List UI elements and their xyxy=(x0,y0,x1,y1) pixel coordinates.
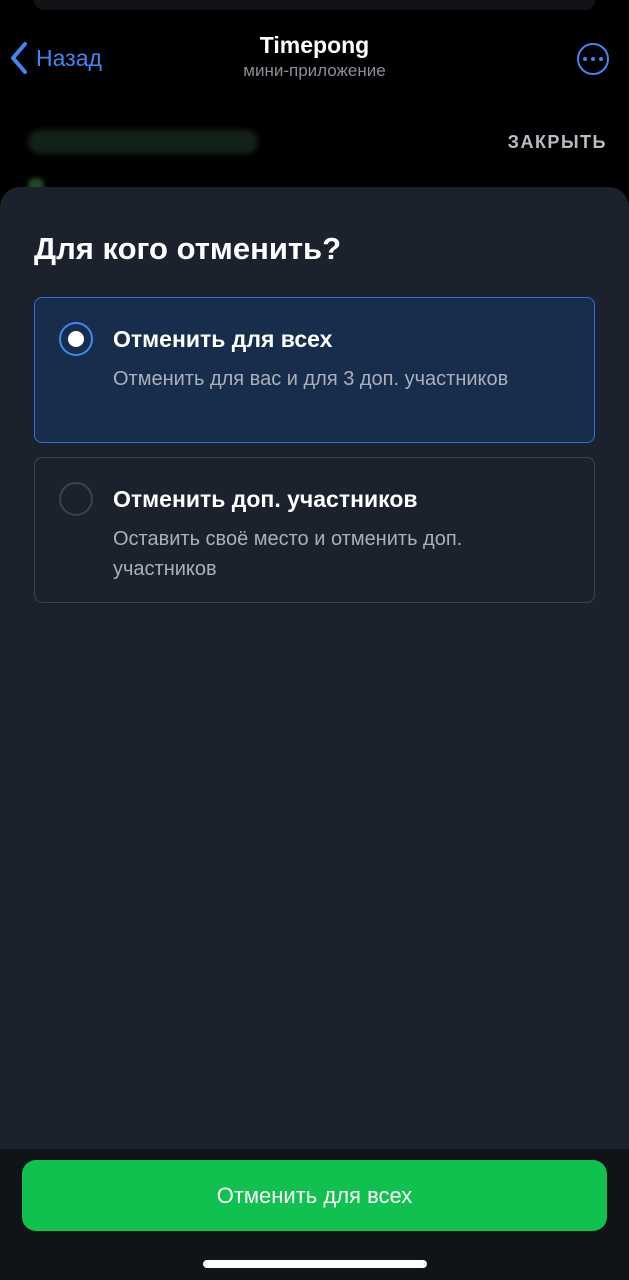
bottom-sheet: Для кого отменить? Отменить для всех Отм… xyxy=(0,187,629,1280)
close-button[interactable]: ЗАКРЫТЬ xyxy=(508,132,607,153)
option-title: Отменить для всех xyxy=(113,326,333,352)
option-title: Отменить доп. участников xyxy=(113,486,418,512)
navigation-bar: Назад Timepong мини-приложение xyxy=(0,0,629,110)
radio-unselected-icon[interactable] xyxy=(59,482,93,516)
more-options-button[interactable] xyxy=(577,43,609,75)
ellipsis-dot xyxy=(599,57,603,61)
confirm-cancel-button[interactable]: Отменить для всех xyxy=(22,1160,607,1231)
option-description: Оставить своё место и отменить доп. учас… xyxy=(113,528,463,580)
nav-title: Timepong xyxy=(259,32,370,58)
option-description: Отменить для вас и для 3 доп. участников xyxy=(113,368,509,390)
ellipsis-dot xyxy=(591,57,595,61)
blurred-background-item xyxy=(28,130,258,154)
nav-title-group: Timepong мини-приложение xyxy=(0,32,629,81)
confirm-cancel-label: Отменить для всех xyxy=(216,1182,413,1208)
radio-selected-icon[interactable] xyxy=(59,322,93,356)
background-content-row: ЗАКРЫТЬ xyxy=(0,118,629,192)
option-cancel-all[interactable]: Отменить для всех Отменить для вас и для… xyxy=(34,297,595,443)
option-cancel-extra-participants[interactable]: Отменить доп. участников Оставить своё м… xyxy=(34,457,595,603)
bottom-action-bar: Отменить для всех xyxy=(0,1149,629,1280)
home-indicator xyxy=(203,1260,427,1268)
ellipsis-dot xyxy=(583,57,587,61)
nav-subtitle: мини-приложение xyxy=(243,61,386,80)
sheet-title: Для кого отменить? xyxy=(34,231,342,266)
